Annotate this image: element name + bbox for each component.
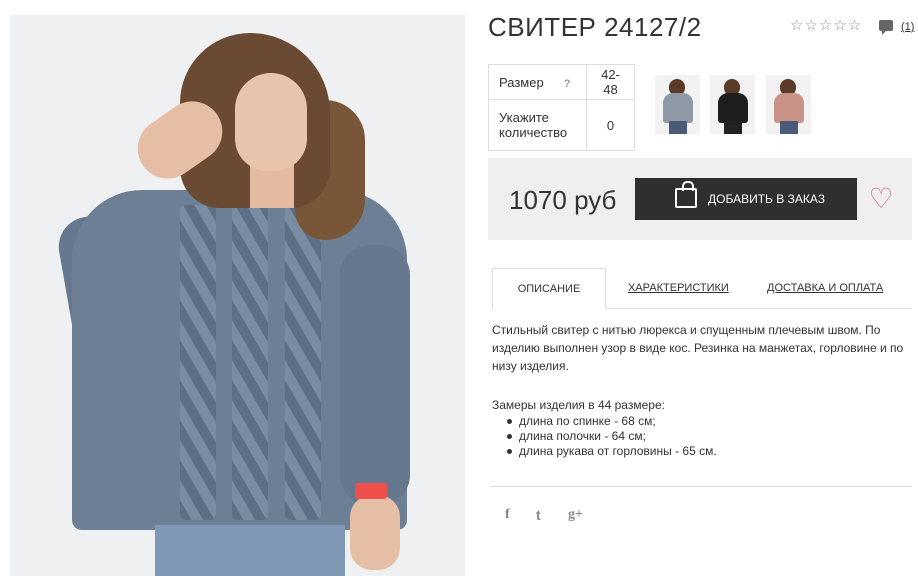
size-label-cell: Размер? bbox=[488, 64, 587, 100]
size-value[interactable]: 42-48 bbox=[586, 64, 635, 100]
thumb-sweater bbox=[663, 93, 693, 123]
quantity-input[interactable]: 0 bbox=[586, 99, 635, 151]
add-to-order-button[interactable]: ДОБАВИТЬ В ЗАКАЗ bbox=[635, 178, 857, 220]
comment-icon[interactable] bbox=[879, 20, 893, 35]
product-image[interactable] bbox=[10, 15, 465, 576]
list-item: длина рукава от горловины - 65 см. bbox=[507, 444, 910, 459]
measurements-title: Замеры изделия в 44 размере: bbox=[492, 398, 665, 412]
quantity-label-line1: Укажите bbox=[499, 110, 549, 125]
thumb-sweater bbox=[774, 93, 804, 123]
facebook-icon[interactable]: f bbox=[505, 507, 510, 523]
thumb-jeans bbox=[669, 121, 687, 134]
photo-cable-pattern bbox=[232, 205, 268, 520]
photo-jeans bbox=[155, 525, 345, 576]
description-text: Стильный свитер с нитью люрекса и спущен… bbox=[492, 323, 904, 373]
options-table: Размер? 42-48 Укажите количество 0 bbox=[488, 64, 635, 151]
thumbnail-gray[interactable] bbox=[655, 75, 700, 134]
photo-cable-pattern bbox=[285, 205, 321, 520]
divider bbox=[490, 486, 912, 487]
heart-icon[interactable]: ♡ bbox=[866, 184, 896, 214]
tab-delivery-payment[interactable]: ДОСТАВКА И ОПЛАТА bbox=[767, 268, 883, 309]
quantity-label-line2: количество bbox=[499, 125, 568, 140]
measurements-list: длина по спинке - 68 см; длина полочки -… bbox=[507, 414, 910, 459]
size-help-icon[interactable]: ? bbox=[564, 78, 571, 90]
thumb-jeans bbox=[780, 121, 798, 134]
price: 1070 руб bbox=[509, 185, 617, 215]
photo-face bbox=[235, 73, 307, 171]
photo-cable-pattern bbox=[180, 205, 216, 520]
quantity-label-cell: Укажите количество bbox=[488, 99, 587, 151]
tab-description[interactable]: ОПИСАНИЕ bbox=[492, 268, 606, 309]
list-item: длина полочки - 64 см; bbox=[507, 429, 910, 444]
rating-stars[interactable]: ☆☆☆☆☆ bbox=[790, 16, 862, 34]
photo-hand bbox=[350, 495, 400, 570]
add-to-order-label: ДОБАВИТЬ В ЗАКАЗ bbox=[708, 192, 825, 206]
product-tabs: ОПИСАНИЕ ХАРАКТЕРИСТИКИ ДОСТАВКА И ОПЛАТ… bbox=[492, 268, 912, 309]
photo-watch bbox=[355, 483, 387, 499]
twitter-icon[interactable]: t bbox=[536, 507, 541, 523]
google-plus-icon[interactable]: g+ bbox=[568, 507, 583, 523]
thumbnail-pink[interactable] bbox=[766, 75, 811, 134]
shopping-bag-icon bbox=[675, 181, 697, 208]
price-bar: 1070 руб ДОБАВИТЬ В ЗАКАЗ ♡ bbox=[488, 158, 912, 240]
thumb-sweater bbox=[718, 93, 748, 123]
measurements: Замеры изделия в 44 размере: длина по сп… bbox=[492, 398, 910, 459]
thumb-jeans bbox=[724, 121, 742, 134]
product-title: СВИТЕР 24127/2 bbox=[488, 12, 702, 42]
tab-characteristics[interactable]: ХАРАКТЕРИСТИКИ bbox=[628, 268, 729, 309]
thumbnail-black[interactable] bbox=[710, 75, 755, 134]
review-count-link[interactable]: (1) bbox=[901, 21, 914, 33]
photo-sleeve-right bbox=[340, 245, 410, 505]
size-label: Размер bbox=[499, 74, 544, 90]
list-item: длина по спинке - 68 см; bbox=[507, 414, 910, 429]
